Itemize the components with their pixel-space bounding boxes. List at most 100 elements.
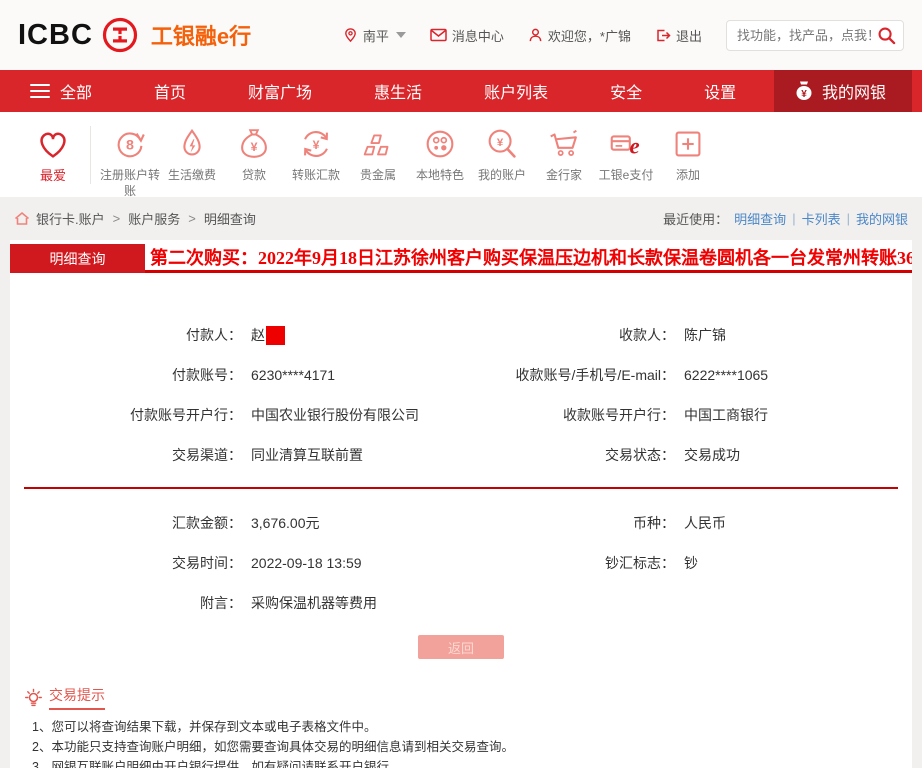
gold-bars-icon xyxy=(359,124,397,164)
water-drop-bolt-icon xyxy=(173,124,211,164)
logout-icon xyxy=(657,29,671,41)
nav-item-accounts[interactable]: 账户列表 xyxy=(484,79,548,103)
svg-text:¥: ¥ xyxy=(313,138,320,152)
channel-label: 交易渠道： xyxy=(172,447,242,463)
nav-label: 首页 xyxy=(154,85,187,102)
nav-item-home[interactable]: 首页 xyxy=(154,79,186,103)
menu-icon xyxy=(30,80,50,102)
shopping-cart-icon xyxy=(545,124,583,164)
search-icon[interactable] xyxy=(877,26,896,45)
amount-label: 汇款金额： xyxy=(172,515,242,531)
quick-access-row: 最爱 8 注册账户转账 生活缴费 ¥ 贷款 ¥ 转账汇款 贵金属 本地特色 ¥ … xyxy=(0,112,922,199)
payer-label: 付款人： xyxy=(186,327,242,343)
quick-item-local-features[interactable]: 本地特色 xyxy=(409,124,471,184)
transfer-arrows-yuan-icon: ¥ xyxy=(297,124,335,164)
breadcrumb-item[interactable]: 账户服务 xyxy=(128,209,180,228)
nav-label: 我的网银 xyxy=(821,85,886,102)
top-header: ICBC 工银融e行 南平 消息中心 欢迎您，*广锦 退出 找功能，找产品，点我… xyxy=(0,0,922,70)
user-icon xyxy=(529,28,542,42)
dots-circle-icon xyxy=(421,124,459,164)
nav-label: 惠生活 xyxy=(374,85,423,102)
payer-bank-label: 付款账号开户行： xyxy=(130,407,242,423)
nav-item-my-ebank[interactable]: ¥ 我的网银 xyxy=(767,65,922,117)
quick-item-my-account[interactable]: ¥ 我的账户 xyxy=(471,124,533,184)
quick-item-icbc-epay[interactable]: e 工银e支付 xyxy=(595,124,657,184)
welcome-user[interactable]: 欢迎您，*广锦 xyxy=(528,26,631,45)
memo-value: 采购保温机器等费用 xyxy=(251,595,377,611)
recent-used: 最近使用： 明细查询 | 卡列表 | 我的网银 xyxy=(663,209,908,228)
currency-value: 人民币 xyxy=(684,515,726,531)
nav-item-settings[interactable]: 设置 xyxy=(704,79,736,103)
recent-link-my-ebank[interactable]: 我的网银 xyxy=(856,209,908,228)
quick-item-label: 添加 xyxy=(675,168,700,182)
back-button[interactable]: 返回 xyxy=(418,635,504,659)
time-value: 2022-09-18 13:59 xyxy=(251,555,362,571)
location-label: 南平 xyxy=(362,28,389,44)
epay-card-icon: e xyxy=(607,124,645,164)
nav-label: 安全 xyxy=(610,85,643,102)
nav-item-all[interactable]: 全部 xyxy=(30,79,92,103)
payer-bank-value: 中国农业银行股份有限公司 xyxy=(251,407,419,423)
plus-square-icon xyxy=(669,124,707,164)
svg-text:e: e xyxy=(629,134,639,159)
search-box xyxy=(726,19,904,51)
breadcrumb-item[interactable]: 银行卡.账户 xyxy=(36,209,105,228)
currency-label: 币种： xyxy=(633,515,675,531)
heart-icon xyxy=(34,124,72,164)
detail-row: 汇款金额： 3,676.00元 币种： 人民币 xyxy=(10,503,912,543)
quick-item-label: 金行家 xyxy=(545,168,582,182)
nav-label: 设置 xyxy=(704,85,737,102)
tips-section: 交易提示 1、您可以将查询结果下载，并保存到文本或电子表格文件中。 2、本功能只… xyxy=(10,675,912,768)
quick-item-register-transfer[interactable]: 8 注册账户转账 xyxy=(99,124,161,199)
recent-link-card-list[interactable]: 卡列表 xyxy=(802,209,841,228)
nav-label: 全部 xyxy=(60,85,93,102)
detail-panel: 明细查询 第二次购买：2022年9月18日江苏徐州客户购买保温压边机和长款保温卷… xyxy=(10,240,912,768)
tip-item: 2、本功能只支持查询账户明细，如您需要查询具体交易的明细信息请到相关交易查询。 xyxy=(32,740,514,754)
payee-label: 收款人： xyxy=(619,327,675,343)
tab-detail-query[interactable]: 明细查询 xyxy=(10,244,145,273)
logout-button[interactable]: 退出 xyxy=(655,26,702,45)
nav-label: 账户列表 xyxy=(484,85,549,102)
tips-title: 交易提示 xyxy=(49,685,105,710)
quick-item-utility-payment[interactable]: 生活缴费 xyxy=(161,124,223,184)
breadcrumb-separator: > xyxy=(112,211,121,226)
tip-item: 1、您可以将查询结果下载，并保存到文本或电子表格文件中。 xyxy=(32,720,377,734)
logo[interactable]: ICBC 工银融e行 xyxy=(18,16,251,54)
detail-row: 交易时间： 2022-09-18 13:59 钞汇标志： 钞 xyxy=(10,543,912,583)
payee-value: 陈广锦 xyxy=(684,327,726,343)
quick-item-transfer-remit[interactable]: ¥ 转账汇款 xyxy=(285,124,347,184)
quick-item-loan[interactable]: ¥ 贷款 xyxy=(223,124,285,184)
recent-separator: | xyxy=(792,211,796,226)
redaction-block xyxy=(266,325,285,345)
nav-item-life[interactable]: 惠生活 xyxy=(374,79,422,103)
nav-item-security[interactable]: 安全 xyxy=(610,79,642,103)
vertical-divider xyxy=(90,126,91,184)
lightbulb-icon xyxy=(24,688,43,707)
message-center-label: 消息中心 xyxy=(451,28,504,44)
quick-item-gold-expert[interactable]: 金行家 xyxy=(533,124,595,184)
breadcrumb-item[interactable]: 明细查询 xyxy=(204,209,256,228)
svg-text:8: 8 xyxy=(126,138,134,154)
location-selector[interactable]: 南平 xyxy=(343,26,406,45)
recent-link-detail-query[interactable]: 明细查询 xyxy=(734,209,786,228)
icbc-emblem-icon xyxy=(101,16,139,54)
payee-bank-label: 收款账号开户行： xyxy=(563,407,675,423)
quick-item-label: 转账汇款 xyxy=(291,168,340,182)
channel-value: 同业清算互联前置 xyxy=(251,447,363,463)
quick-item-add[interactable]: 添加 xyxy=(657,124,719,184)
message-center-link[interactable]: 消息中心 xyxy=(430,26,504,45)
main-nav: 全部 首页 财富广场 惠生活 账户列表 安全 设置 ¥ 我的网银 xyxy=(0,65,922,117)
time-label: 交易时间： xyxy=(172,555,242,571)
brand-name: 工银融e行 xyxy=(150,24,252,49)
quick-item-precious-metal[interactable]: 贵金属 xyxy=(347,124,409,184)
envelope-icon xyxy=(430,28,447,42)
purchase-annotation: 第二次购买：2022年9月18日江苏徐州客户购买保温压边机和长款保温卷圆机各一台… xyxy=(145,244,912,273)
detail-row: 附言： 采购保温机器等费用 xyxy=(10,583,912,623)
svg-text:¥: ¥ xyxy=(497,137,504,149)
red-divider xyxy=(24,487,898,489)
payer-account-label: 付款账号： xyxy=(172,367,242,383)
nav-item-wealth[interactable]: 财富广场 xyxy=(248,79,312,103)
quick-item-favorites[interactable]: 最爱 xyxy=(22,124,84,185)
magnifier-yuan-icon: ¥ xyxy=(483,124,521,164)
home-icon[interactable] xyxy=(14,211,30,226)
